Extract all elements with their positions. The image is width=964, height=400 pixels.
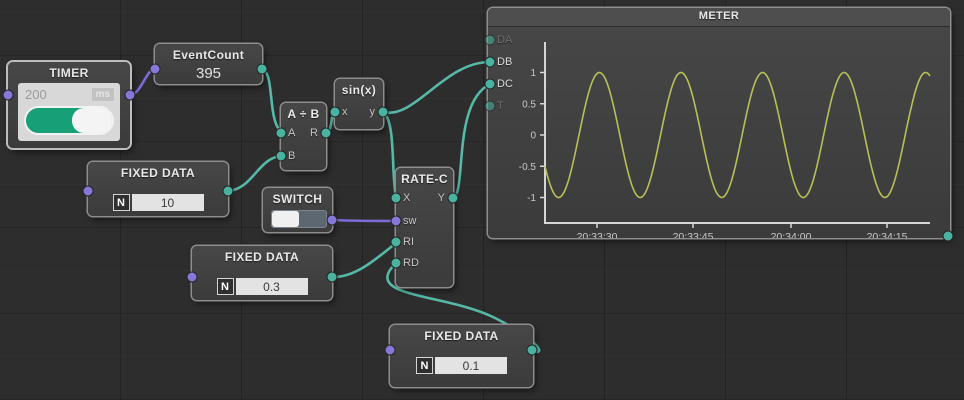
port-meter-dc[interactable] xyxy=(485,79,496,90)
port-eventcount-in[interactable] xyxy=(150,64,161,75)
timer-interval-input[interactable]: 200 xyxy=(25,87,47,102)
fixed-data-3-value-input[interactable]: 0.1 xyxy=(435,357,507,374)
node-title-fixed-data-2: FIXED DATA xyxy=(192,250,332,264)
port-fixed2-out[interactable] xyxy=(327,272,338,283)
wire-switch-to-ratec-sw[interactable] xyxy=(332,220,396,221)
fixed-data-3-row: N0.1 xyxy=(390,357,533,374)
node-timer[interactable]: TIMER 200 ms xyxy=(8,62,130,148)
wire-sin-y-to-meter-db[interactable] xyxy=(383,62,490,113)
node-event-count[interactable]: EventCount 395 xyxy=(155,44,262,84)
node-title-divide: A ÷ B xyxy=(281,107,326,121)
y-tick-label: -0.5 xyxy=(519,162,537,173)
node-sin[interactable]: sin(x) xyxy=(335,79,383,129)
port-sin-y[interactable] xyxy=(378,107,389,118)
x-tick-label: 20:34:00 xyxy=(771,231,812,238)
fixed-data-1-value-input[interactable]: 10 xyxy=(132,194,204,211)
fixed-data-3-type-badge[interactable]: N xyxy=(416,357,433,374)
port-ratec-rd[interactable] xyxy=(391,258,402,269)
meter-signal-trace xyxy=(545,73,930,198)
port-fixed2-in[interactable] xyxy=(187,272,198,283)
wire-fixed1-to-divide-b[interactable] xyxy=(228,156,281,191)
y-tick-label: 1 xyxy=(530,68,536,79)
port-meter-t[interactable] xyxy=(485,101,496,112)
y-tick-label: 0.5 xyxy=(522,99,536,110)
port-timer-in[interactable] xyxy=(3,90,14,101)
chart-axes xyxy=(545,42,930,223)
timer-toggle-on[interactable] xyxy=(24,106,114,135)
node-title-rate-c: RATE-C xyxy=(396,172,453,186)
port-timer-out[interactable] xyxy=(125,90,136,101)
fixed-data-1-row: N10 xyxy=(88,194,228,211)
fixed-data-2-value-input[interactable]: 0.3 xyxy=(236,278,308,295)
port-eventcount-out[interactable] xyxy=(257,64,268,75)
wire-ratec-y-to-meter-dc[interactable] xyxy=(453,84,490,198)
port-meter-da[interactable] xyxy=(485,35,496,46)
timer-settings-panel: 200 ms xyxy=(18,83,120,141)
meter-chart: 1 0.5 0 -0.5 -1 20:33:30 20:33:45 20:34:00 20:34… xyxy=(488,8,950,238)
node-fixed-data-1[interactable]: FIXED DATA N10 xyxy=(88,162,228,216)
node-meter[interactable]: METER10.50-0.5-120:33:3020:33:4520:34:00… xyxy=(488,8,950,238)
timer-unit-label: ms xyxy=(91,87,115,102)
node-fixed-data-3[interactable]: FIXED DATA N0.1 xyxy=(390,325,533,387)
node-title-fixed-data-3: FIXED DATA xyxy=(390,329,533,343)
port-fixed1-in[interactable] xyxy=(83,186,94,197)
y-tick-label: -1 xyxy=(527,193,536,204)
node-title-sin: sin(x) xyxy=(335,83,383,97)
node-fixed-data-2[interactable]: FIXED DATA N0.3 xyxy=(192,246,332,300)
x-tick-label: 20:33:30 xyxy=(577,231,618,238)
node-graph-canvas[interactable]: TIMER200msEventCount395FIXED DATAN10A ÷ … xyxy=(0,0,964,400)
port-fixed1-out[interactable] xyxy=(223,186,234,197)
x-tick-label: 20:33:45 xyxy=(673,231,714,238)
port-divide-r[interactable] xyxy=(321,128,332,139)
fixed-data-1-type-badge[interactable]: N xyxy=(113,194,130,211)
port-fixed3-out[interactable] xyxy=(527,345,538,356)
switch-toggle-off[interactable] xyxy=(271,210,327,228)
port-ratec-x[interactable] xyxy=(391,193,402,204)
port-sin-x[interactable] xyxy=(330,107,341,118)
node-title-event-count: EventCount xyxy=(155,48,262,62)
x-tick-label: 20:34:15 xyxy=(867,231,908,238)
node-divide[interactable]: A ÷ B xyxy=(281,103,326,170)
node-title-switch: SWITCH xyxy=(263,192,332,206)
port-switch-out[interactable] xyxy=(327,215,338,226)
timer-toggle-knob xyxy=(72,108,112,133)
port-fixed3-in[interactable] xyxy=(385,345,396,356)
fixed-data-2-row: N0.3 xyxy=(192,278,332,295)
wire-eventcount-to-divide-a[interactable] xyxy=(262,69,281,132)
fixed-data-2-type-badge[interactable]: N xyxy=(217,278,234,295)
port-meter-db[interactable] xyxy=(485,57,496,68)
node-title-fixed-data-1: FIXED DATA xyxy=(88,166,228,180)
node-switch[interactable]: SWITCH xyxy=(263,188,332,232)
switch-toggle-knob xyxy=(272,211,299,227)
node-title-timer: TIMER xyxy=(8,66,130,80)
wire-fixed2-to-ratec-ri[interactable] xyxy=(332,243,396,277)
event-count-value: 395 xyxy=(155,65,262,82)
port-ratec-ri[interactable] xyxy=(391,237,402,248)
port-divide-a[interactable] xyxy=(276,128,287,139)
wire-sin-y-to-ratec-x[interactable] xyxy=(383,112,396,197)
port-ratec-y[interactable] xyxy=(448,193,459,204)
port-divide-b[interactable] xyxy=(276,151,287,162)
port-meter-resize-handle[interactable] xyxy=(943,231,954,242)
y-tick-label: 0 xyxy=(530,131,536,142)
node-rate-c[interactable]: RATE-C xyxy=(396,168,453,287)
port-ratec-sw[interactable] xyxy=(391,216,402,227)
